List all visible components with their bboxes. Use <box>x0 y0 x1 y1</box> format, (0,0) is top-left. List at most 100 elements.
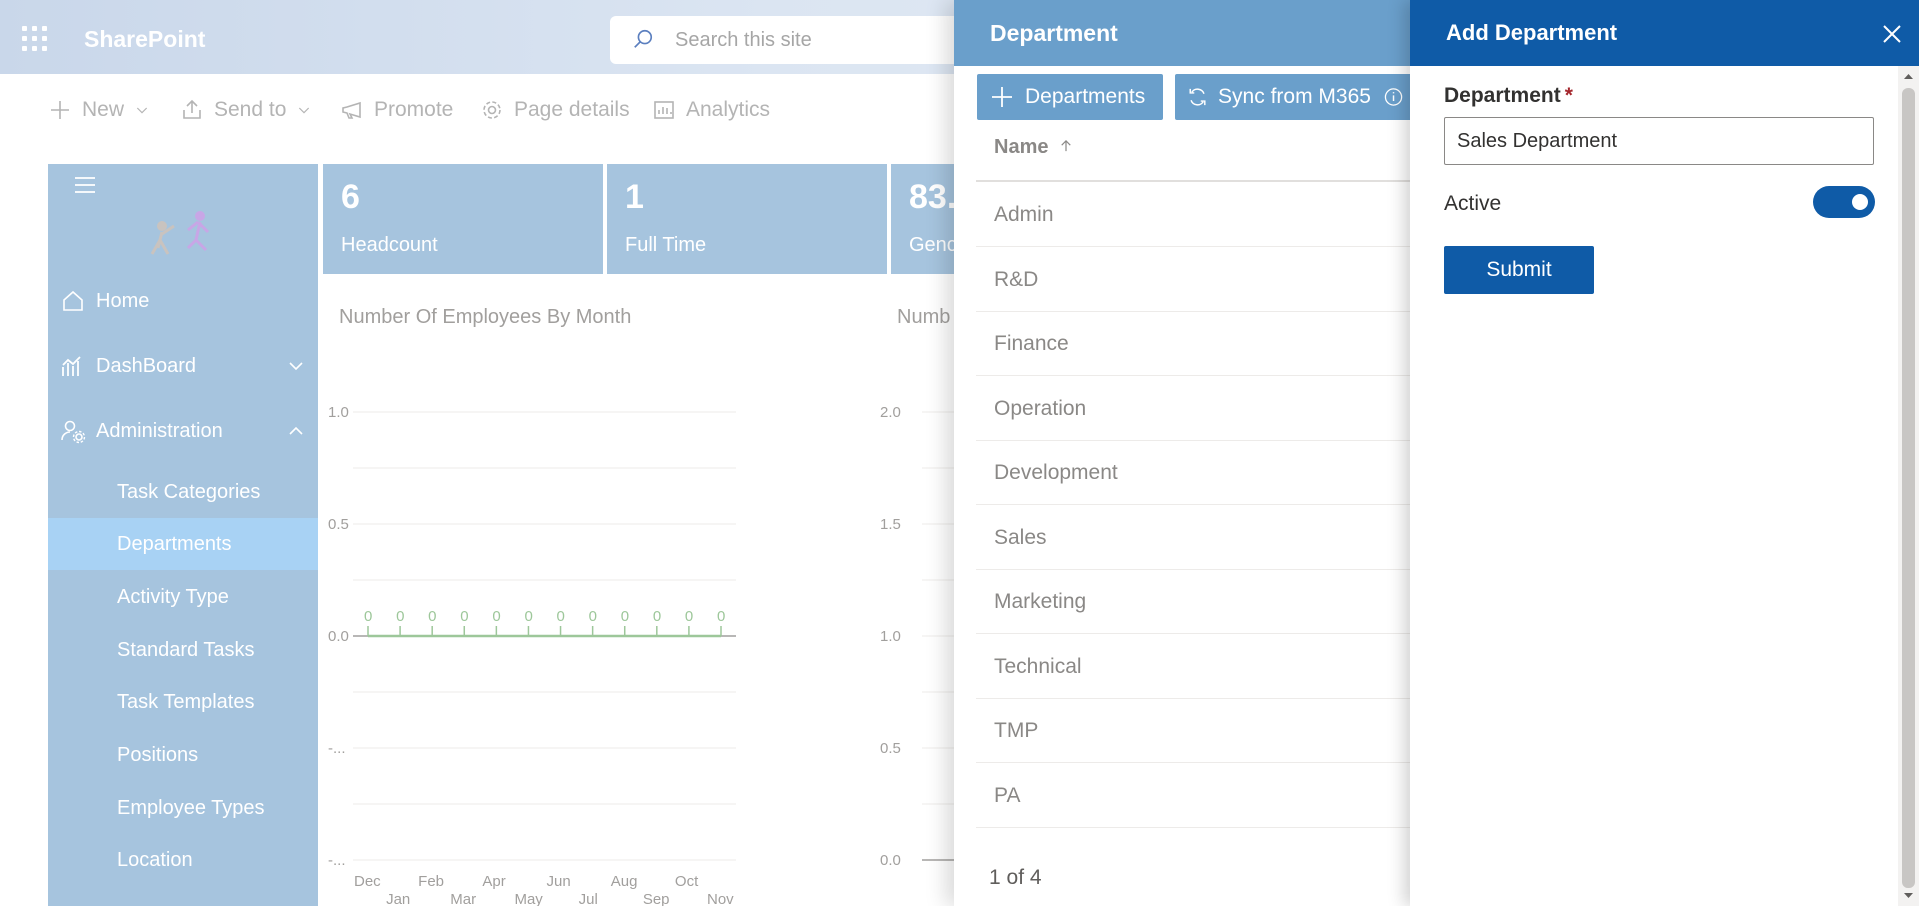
department-name: Sales <box>994 525 1047 549</box>
add-departments-button[interactable]: Departments <box>977 74 1163 120</box>
chart-right-title: Numb <box>897 306 951 328</box>
close-icon[interactable] <box>1880 22 1904 46</box>
nav-home[interactable]: Home <box>48 276 318 326</box>
left-navigation: Home DashBoard Administration Task Categ… <box>48 164 318 906</box>
y-tick-label: 1.0 <box>880 628 901 645</box>
promote-button[interactable]: Promote <box>340 98 453 122</box>
app-title[interactable]: SharePoint <box>84 26 205 53</box>
department-name: TMP <box>994 719 1039 742</box>
page-details-button[interactable]: Page details <box>480 98 630 122</box>
department-row[interactable]: Sales <box>976 506 1414 570</box>
analytics-icon <box>654 101 674 119</box>
data-label: 0 <box>428 608 436 625</box>
search-box[interactable]: Search this site <box>610 16 970 64</box>
send-to-label: Send to <box>214 98 287 121</box>
nav-sub-label: Task Categories <box>117 480 261 503</box>
add-department-title: Add Department <box>1446 20 1618 45</box>
nav-administration[interactable]: Administration <box>48 406 318 456</box>
department-row[interactable]: Admin <box>976 183 1414 247</box>
department-name: Development <box>994 461 1118 484</box>
data-label: 0 <box>557 608 565 625</box>
data-label: 0 <box>653 608 661 625</box>
analytics-label: Analytics <box>686 98 771 121</box>
kpi-full-time: 1 Full Time <box>607 164 887 274</box>
send-to-button[interactable]: Send to <box>180 98 312 122</box>
kpi-label: Headcount <box>341 234 438 256</box>
department-row[interactable]: Technical <box>976 635 1414 699</box>
toggle-knob <box>1852 194 1868 210</box>
sync-m365-label: Sync from M365 <box>1218 85 1371 108</box>
department-panel-header: Department <box>954 0 1414 66</box>
name-column-header[interactable]: Name <box>994 136 1072 159</box>
active-toggle[interactable] <box>1813 186 1875 218</box>
info-icon[interactable] <box>1383 84 1404 110</box>
nav-task-categories[interactable]: Task Categories <box>48 466 318 518</box>
department-row[interactable]: TMP <box>976 699 1414 763</box>
chevron-up-icon[interactable] <box>288 423 304 439</box>
share-icon <box>183 99 201 119</box>
nav-positions[interactable]: Positions <box>48 729 318 781</box>
gear-icon <box>483 101 501 119</box>
x-tick-label: Aug <box>611 873 638 890</box>
department-name: PA <box>994 783 1021 807</box>
nav-sub-label: Activity Type <box>117 585 229 608</box>
new-label: New <box>82 98 125 121</box>
page-details-label: Page details <box>514 98 630 121</box>
department-row[interactable]: Finance <box>976 312 1414 376</box>
header-divider <box>976 180 1414 182</box>
nav-employee-types[interactable]: Employee Types <box>48 782 318 834</box>
scroll-down-arrow-icon[interactable] <box>1902 890 1915 902</box>
new-button[interactable]: New <box>48 98 150 122</box>
active-label: Active <box>1444 192 1502 215</box>
department-input[interactable] <box>1444 117 1874 165</box>
y-tick-label: -... <box>328 852 346 869</box>
department-row[interactable]: Operation <box>976 377 1414 441</box>
chevron-down-icon[interactable] <box>288 358 304 374</box>
y-tick-label: 0.5 <box>328 516 349 533</box>
nav-administration-label: Administration <box>96 419 223 442</box>
kpi-value: 1 <box>625 178 644 216</box>
add-department-panel: Add Department Department* Active Submit <box>1410 0 1919 906</box>
search-icon <box>634 29 653 48</box>
chart-icon <box>62 356 81 376</box>
department-row[interactable]: Marketing <box>976 570 1414 634</box>
nav-departments[interactable]: Departments <box>48 518 318 570</box>
vertical-scrollbar[interactable] <box>1898 66 1919 906</box>
nav-location[interactable]: Location <box>48 834 318 886</box>
nav-task-templates[interactable]: Task Templates <box>48 676 318 728</box>
department-name: Admin <box>994 203 1054 226</box>
data-label: 0 <box>589 608 597 625</box>
pager[interactable]: 1 of 4 <box>989 866 1042 890</box>
scroll-thumb[interactable] <box>1902 88 1915 888</box>
chevron-down-icon <box>136 107 148 114</box>
scroll-up-arrow-icon[interactable] <box>1902 70 1915 82</box>
screen: SharePoint Search this site New Send to … <box>0 0 1919 906</box>
x-tick-label: May <box>514 891 543 906</box>
add-department-header: Add Department <box>1410 0 1919 66</box>
nav-standard-tasks[interactable]: Standard Tasks <box>48 624 318 676</box>
nav-home-label: Home <box>96 289 150 312</box>
nav-sub-label: Standard Tasks <box>117 638 255 661</box>
data-label: 0 <box>460 608 468 625</box>
nav-sub-label: Positions <box>117 743 199 766</box>
analytics-button[interactable]: Analytics <box>652 98 770 122</box>
x-tick-label: Jul <box>579 891 598 906</box>
y-tick-label: 0.5 <box>880 740 901 757</box>
department-row[interactable]: Development <box>976 441 1414 505</box>
x-tick-label: Apr <box>482 873 505 890</box>
kpi-headcount: 6 Headcount <box>323 164 603 274</box>
department-row[interactable]: R&D <box>976 248 1414 312</box>
department-name: Finance <box>994 332 1069 355</box>
submit-button[interactable]: Submit <box>1444 246 1594 294</box>
x-tick-label: Dec <box>354 873 381 890</box>
data-label: 0 <box>492 608 500 625</box>
app-launcher-icon[interactable] <box>22 26 48 52</box>
department-row[interactable]: PA <box>976 764 1414 828</box>
data-label: 0 <box>524 608 532 625</box>
hamburger-menu-icon[interactable] <box>74 176 96 194</box>
sync-m365-button[interactable]: Sync from M365 <box>1175 74 1414 120</box>
data-label: 0 <box>364 608 372 625</box>
nav-activity-type[interactable]: Activity Type <box>48 571 318 623</box>
department-name: Technical <box>994 654 1082 678</box>
nav-dashboard[interactable]: DashBoard <box>48 341 318 391</box>
